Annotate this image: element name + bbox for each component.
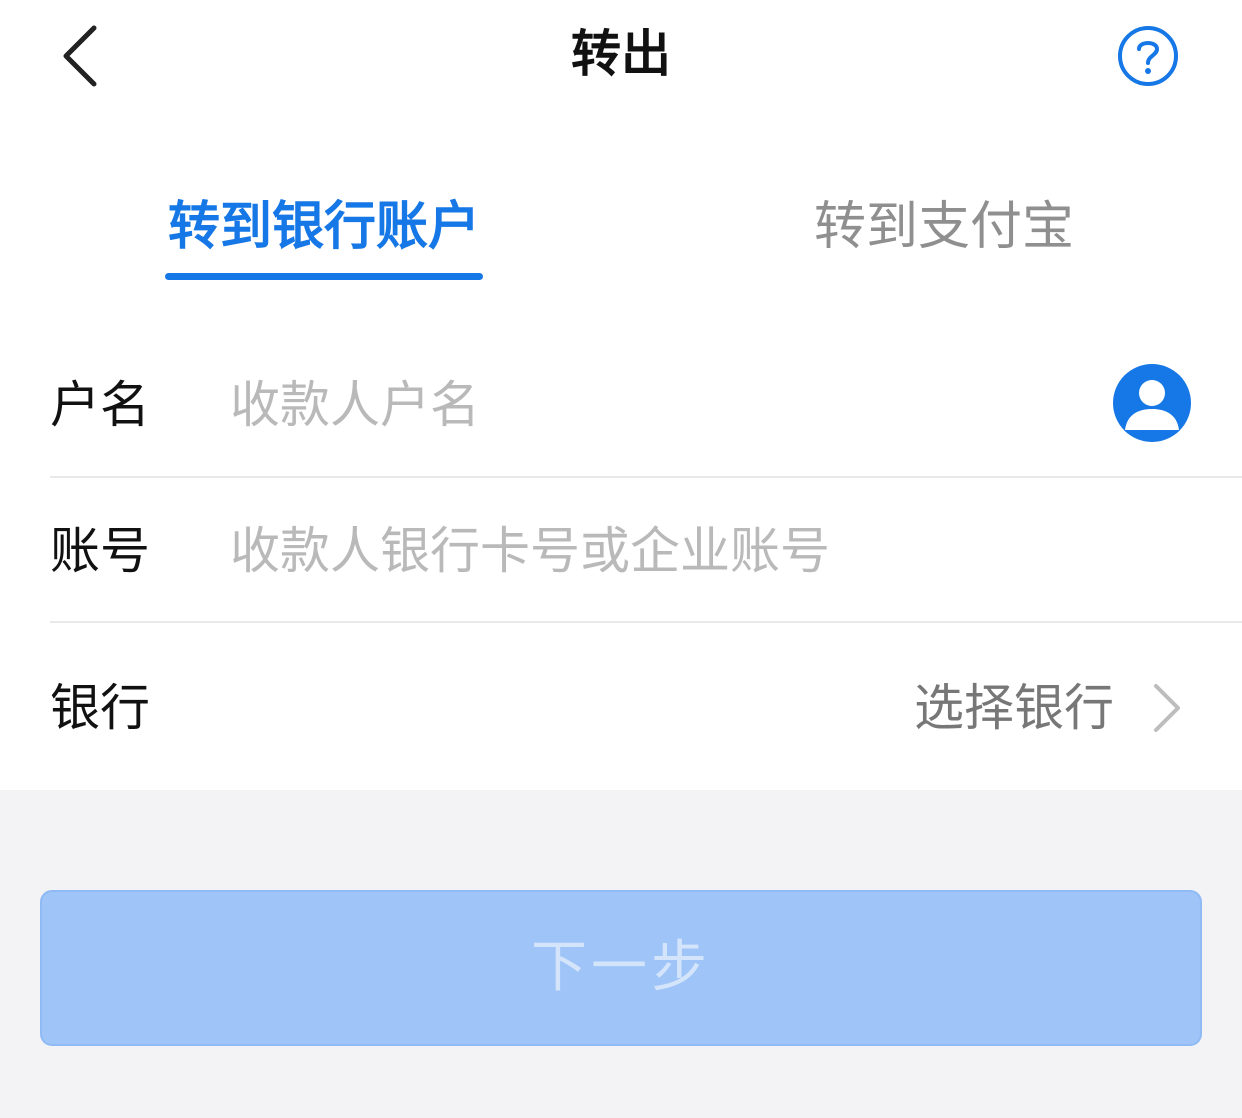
form-card: 转出 转到银行账户 转到支付宝 户名 账号 [0, 0, 1242, 790]
account-label: 账号 [50, 522, 150, 580]
name-label: 户名 [50, 376, 150, 434]
active-tab-indicator [165, 273, 483, 280]
contact-person-icon [1113, 364, 1191, 442]
tab-bank-account[interactable]: 转到银行账户 [165, 190, 483, 264]
help-button[interactable] [1116, 24, 1180, 88]
bank-select-button[interactable]: 选择银行 [860, 668, 1190, 748]
divider [50, 476, 1242, 478]
next-step-button[interactable]: 下一步 [40, 890, 1202, 1046]
back-button[interactable] [52, 18, 112, 90]
chevron-right-icon [1154, 684, 1180, 732]
divider [50, 621, 1242, 623]
next-step-label: 下一步 [531, 935, 711, 1000]
account-input[interactable] [230, 510, 1210, 592]
bank-label: 银行 [50, 679, 150, 737]
tab-alipay[interactable]: 转到支付宝 [812, 190, 1076, 264]
name-row: 户名 [50, 360, 1242, 450]
account-row: 账号 [50, 506, 1242, 596]
question-circle-icon [1118, 26, 1178, 86]
bank-select-label: 选择银行 [914, 679, 1114, 737]
name-input[interactable] [230, 364, 1090, 446]
page-title: 转出 [571, 25, 671, 83]
chevron-left-icon [63, 25, 97, 87]
contact-picker-button[interactable] [1113, 364, 1191, 442]
